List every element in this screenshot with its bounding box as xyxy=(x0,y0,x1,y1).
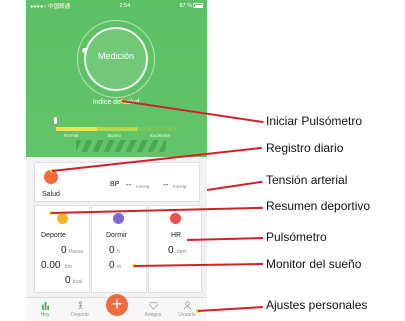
hr-value: 0 xyxy=(168,245,174,256)
sport-title: Deporte xyxy=(41,232,66,239)
tab-amigos-label: Amigos xyxy=(144,312,162,318)
systolic-unit: mmHg xyxy=(136,184,150,189)
scale-label-excelente: Excelente xyxy=(150,133,170,138)
scale-segment-normal xyxy=(56,127,97,131)
bp-label: BP xyxy=(110,181,120,188)
bar-chart-icon xyxy=(41,301,49,310)
distance-value: 0.00 xyxy=(41,260,61,271)
scale-pattern xyxy=(76,140,166,152)
tab-usuario-label: Usuario xyxy=(178,312,196,318)
sleep-title: Dormir xyxy=(106,232,127,239)
calories-unit: kcal xyxy=(73,279,82,285)
status-bar: ●●●●○ 中国联通 2:54 87 % xyxy=(26,0,207,12)
tab-amigos[interactable]: Amigos xyxy=(136,301,170,318)
battery-icon xyxy=(193,3,203,9)
battery-indicator: 87 % xyxy=(179,3,203,9)
scale-label-bueno: Bueno xyxy=(107,133,121,138)
scale-label-normal: Normal xyxy=(64,133,79,138)
calories-value: 0 xyxy=(65,275,71,286)
diastolic-unit: mmHg xyxy=(173,184,187,189)
systolic-value: -- xyxy=(126,180,132,189)
phone-screen: Medición índice de salud Normal Bueno Ex… xyxy=(26,0,207,321)
health-scale-bar xyxy=(56,127,179,131)
sleep-minutes-value: 0 xyxy=(109,260,115,271)
annotation-line-ajustes xyxy=(197,306,263,312)
sleep-card[interactable]: Dormir 0 h 0 m xyxy=(91,205,147,293)
scale-segment-excelente xyxy=(137,127,179,131)
measure-button-label[interactable]: Medición xyxy=(84,51,148,61)
clock-label: 2:54 xyxy=(119,3,131,9)
carrier-label: ●●●●○ 中国联通 xyxy=(30,4,71,10)
hr-unit: bpm xyxy=(177,249,187,255)
annotation-tension-arterial: Tensión arterial xyxy=(266,173,348,187)
diastolic-value: -- xyxy=(163,180,169,189)
annotation-monitor-sueno: Monitor del sueño xyxy=(266,257,362,271)
user-icon xyxy=(183,301,191,310)
scale-segment-bueno xyxy=(96,127,138,131)
tab-hoy-label: Hoy xyxy=(40,312,50,318)
health-scale-labels: Normal Bueno Excelente xyxy=(56,133,178,138)
tab-deporte[interactable]: Deporte xyxy=(63,301,97,318)
annotation-pulsometro: Pulsómetro xyxy=(266,230,327,244)
sleep-minutes-unit: m xyxy=(117,264,122,270)
health-header: Medición índice de salud Normal Bueno Ex… xyxy=(26,0,207,157)
add-button[interactable]: + xyxy=(106,294,128,316)
tab-hoy[interactable]: Hoy xyxy=(28,301,62,318)
tab-deporte-label: Deporte xyxy=(71,312,89,318)
steps-unit: Pasos xyxy=(69,249,83,255)
thermometer-icon xyxy=(54,117,57,124)
annotation-resumen-deportivo: Resumen deportivo xyxy=(266,199,371,213)
sleep-hours-value: 0 xyxy=(109,245,115,256)
heart-icon xyxy=(170,213,181,224)
hr-title: HR xyxy=(171,232,182,239)
annotation-iniciar-pulsometro: Iniciar Pulsómetro xyxy=(266,114,363,128)
steps-value: 0 xyxy=(61,245,67,256)
hr-card[interactable]: HR 0 bpm xyxy=(148,205,202,293)
running-icon xyxy=(57,213,68,224)
distance-unit: km xyxy=(65,264,72,270)
sleep-hours-unit: h xyxy=(117,249,120,255)
annotation-line-tension xyxy=(206,180,263,191)
running-tab-icon xyxy=(77,301,83,310)
sport-card[interactable]: Deporte 0 Pasos 0.00 km 0 kcal xyxy=(34,205,90,293)
salud-label: Salud xyxy=(42,191,60,198)
moon-icon xyxy=(113,213,124,224)
battery-percent: 87 % xyxy=(179,3,192,9)
salud-card[interactable]: Salud BP -- mmHg -- mmHg xyxy=(34,162,200,202)
annotation-ajustes-personales: Ajustes personales xyxy=(266,298,368,312)
annotation-registro-diario: Registro diario xyxy=(266,141,344,155)
heart-outline-icon xyxy=(148,301,158,310)
